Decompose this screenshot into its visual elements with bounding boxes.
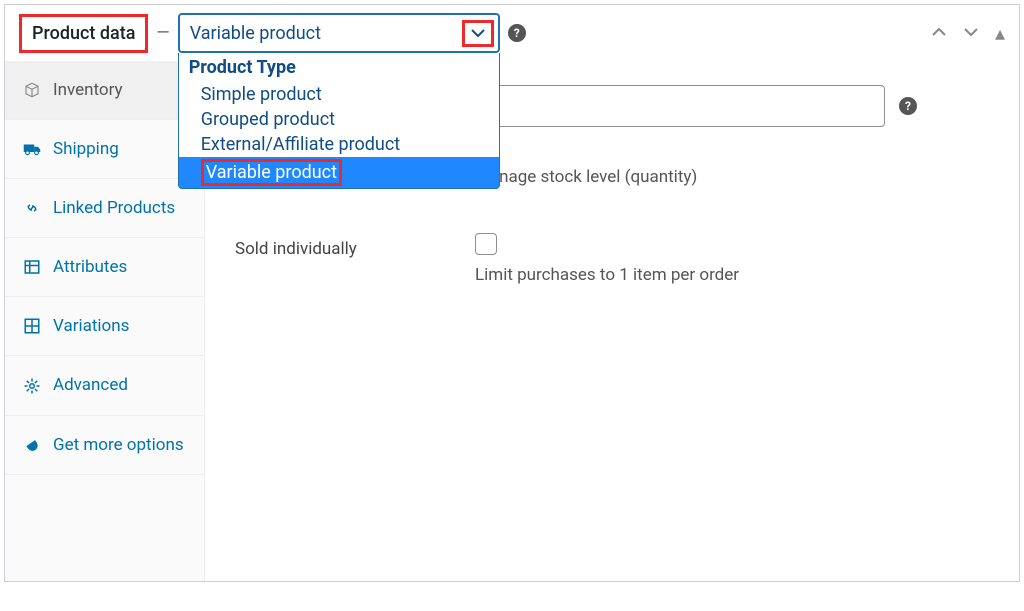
- move-down-icon[interactable]: [963, 23, 979, 43]
- sold-individually-checkbox[interactable]: [475, 233, 497, 255]
- sidebar-item-label: Linked Products: [53, 197, 175, 219]
- collapse-icon[interactable]: ▴: [995, 21, 1005, 45]
- help-icon[interactable]: ?: [508, 24, 526, 42]
- dropdown-option-external[interactable]: External/Affiliate product: [179, 132, 499, 157]
- variations-icon: [23, 317, 41, 335]
- sku-input[interactable]: [475, 85, 885, 127]
- manage-stock-description: Manage stock level (quantity): [475, 167, 989, 187]
- dropdown-group-label: Product Type: [179, 53, 499, 82]
- sidebar-item-label: Get more options: [53, 434, 184, 456]
- inventory-icon: [23, 81, 41, 99]
- sold-individually-label: Sold individually: [235, 233, 435, 259]
- dropdown-option-variable[interactable]: Variable product: [179, 157, 499, 188]
- product-type-dropdown: Product Type Simple product Grouped prod…: [178, 53, 500, 189]
- help-icon[interactable]: ?: [899, 97, 917, 115]
- dash-separator: —: [156, 23, 169, 43]
- sold-individually-row: Sold individually ? Limit purchases to 1…: [235, 233, 989, 285]
- sidebar-item-attributes[interactable]: Attributes: [5, 238, 204, 297]
- dropdown-option-grouped[interactable]: Grouped product: [179, 107, 499, 132]
- chevron-down-icon: [471, 25, 485, 42]
- product-data-panel: Product data — Variable product Product …: [4, 4, 1020, 582]
- variable-product-highlight: Variable product: [201, 159, 342, 186]
- shipping-icon: [23, 142, 41, 156]
- panel-header: Product data — Variable product Product …: [5, 5, 1019, 61]
- dropdown-option-label: Variable product: [206, 162, 337, 183]
- sidebar-item-shipping[interactable]: Shipping: [5, 120, 204, 179]
- panel-body: Inventory Shipping Linked Products Attri…: [5, 61, 1019, 581]
- sidebar-item-label: Shipping: [53, 138, 119, 160]
- sidebar-item-label: Advanced: [53, 374, 128, 396]
- product-type-select-wrapper: Variable product Product Type Simple pro…: [178, 13, 500, 53]
- product-type-selected-value: Variable product: [190, 23, 321, 44]
- panel-title: Product data: [19, 14, 148, 53]
- gear-icon: [23, 377, 41, 395]
- product-type-select[interactable]: Variable product: [178, 13, 500, 53]
- sidebar-item-inventory[interactable]: Inventory: [5, 61, 204, 120]
- product-data-sidebar: Inventory Shipping Linked Products Attri…: [5, 61, 205, 581]
- attributes-icon: [23, 258, 41, 276]
- link-icon: [23, 199, 41, 217]
- move-up-icon[interactable]: [931, 23, 947, 43]
- sidebar-item-label: Inventory: [53, 79, 123, 101]
- sidebar-item-get-more[interactable]: Get more options: [5, 416, 204, 475]
- sidebar-item-label: Attributes: [53, 256, 127, 278]
- sidebar-item-linked-products[interactable]: Linked Products: [5, 179, 204, 238]
- sold-individually-description: Limit purchases to 1 item per order: [475, 265, 989, 285]
- sidebar-item-advanced[interactable]: Advanced: [5, 356, 204, 415]
- select-chevron-highlight: [462, 20, 494, 47]
- sidebar-item-label: Variations: [53, 315, 129, 337]
- sidebar-item-variations[interactable]: Variations: [5, 297, 204, 356]
- dropdown-option-simple[interactable]: Simple product: [179, 82, 499, 107]
- plug-icon: [23, 436, 41, 454]
- panel-header-controls: ▴: [931, 21, 1005, 45]
